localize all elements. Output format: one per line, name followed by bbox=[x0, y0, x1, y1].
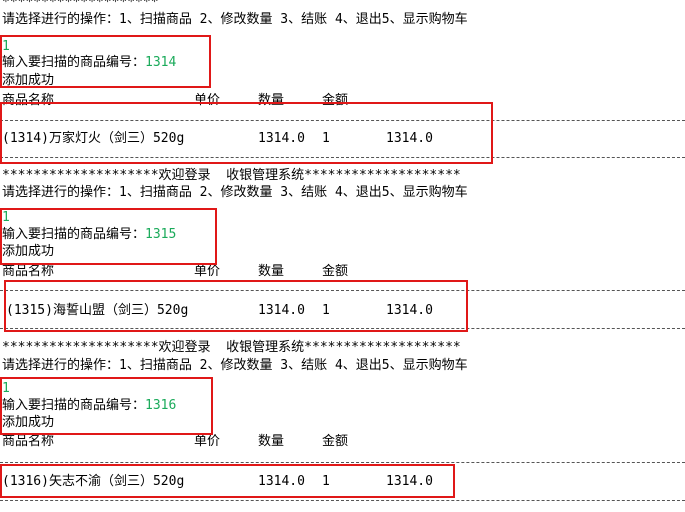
col-qty-header: 数量 bbox=[258, 264, 285, 279]
col-name-header: 商品名称 bbox=[2, 264, 55, 279]
banner: ********************欢迎登录 收银管理系统*********… bbox=[2, 168, 461, 183]
banner-top: ******************** bbox=[2, 0, 159, 10]
col-price-header: 单价 bbox=[194, 434, 221, 449]
col-price-header: 单价 bbox=[194, 264, 221, 279]
highlight-box bbox=[0, 464, 455, 498]
highlight-box bbox=[0, 102, 493, 164]
divider bbox=[0, 500, 685, 501]
menu-text: 请选择进行的操作：1、扫描商品 2、修改数量 3、结账 4、退出5、显示购物车 bbox=[2, 358, 468, 373]
highlight-box bbox=[4, 280, 468, 332]
banner: ********************欢迎登录 收银管理系统*********… bbox=[2, 340, 461, 355]
col-name-header: 商品名称 bbox=[2, 434, 55, 449]
col-qty-header: 数量 bbox=[258, 434, 285, 449]
menu-text: 请选择进行的操作：1、扫描商品 2、修改数量 3、结账 4、退出5、显示购物车 bbox=[2, 12, 468, 27]
col-amount-header: 金额 bbox=[322, 434, 349, 449]
divider bbox=[0, 462, 685, 463]
col-amount-header: 金额 bbox=[322, 264, 349, 279]
highlight-box bbox=[0, 208, 217, 265]
menu-text: 请选择进行的操作：1、扫描商品 2、修改数量 3、结账 4、退出5、显示购物车 bbox=[2, 185, 468, 200]
highlight-box bbox=[0, 377, 213, 435]
highlight-box bbox=[0, 35, 211, 88]
